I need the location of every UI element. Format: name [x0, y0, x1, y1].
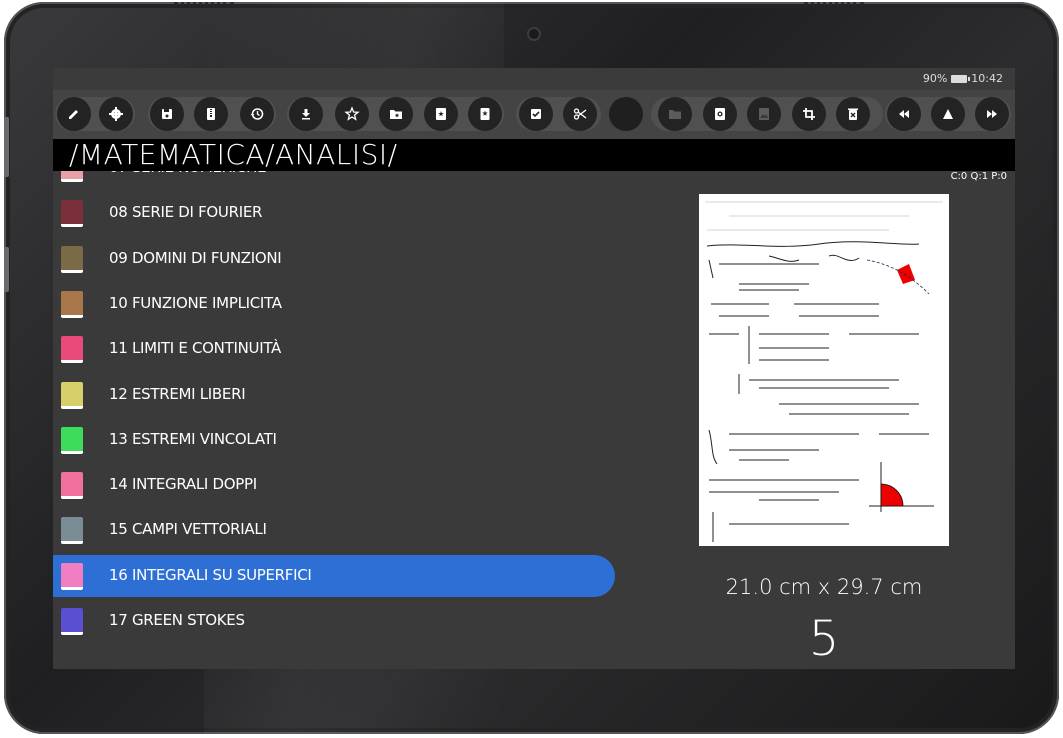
notebook-icon — [61, 562, 83, 590]
gear-icon — [109, 107, 123, 121]
bookmark-star-icon — [436, 108, 446, 120]
list-item-label: 09 DOMINI DI FUNZIONI — [109, 248, 282, 267]
image-button[interactable] — [747, 97, 781, 131]
download-button[interactable] — [289, 97, 323, 131]
rewind-button[interactable] — [887, 97, 921, 131]
notebook-icon — [61, 290, 83, 318]
bookmark-icon — [480, 108, 490, 120]
volume-button — [4, 247, 9, 292]
battery-percent: 90% — [922, 72, 948, 85]
edit-button[interactable] — [57, 97, 91, 131]
list-item[interactable]: 15 CAMPI VETTORIALI — [53, 509, 615, 551]
toolbar — [53, 90, 1015, 139]
notebook-icon — [61, 608, 83, 635]
notebook-icon — [61, 200, 83, 228]
notebook-icon — [61, 381, 83, 409]
download-icon — [302, 109, 310, 120]
current-path[interactable]: /MATEMATICA/ANALISI/ — [69, 138, 398, 172]
archive-button[interactable] — [194, 97, 228, 131]
favorite-button[interactable] — [335, 97, 369, 131]
notebook-icon — [61, 336, 83, 364]
select-button[interactable] — [519, 97, 553, 131]
cut-button[interactable] — [563, 97, 597, 131]
list-item-label: 11 LIMITI E CONTINUITÀ — [109, 339, 281, 358]
folder-star-icon — [390, 110, 402, 119]
delete-button[interactable] — [836, 97, 870, 131]
folder-button[interactable] — [658, 97, 692, 131]
path-bar: /MATEMATICA/ANALISI/ — [53, 138, 1015, 172]
speaker-grill-right — [804, 2, 864, 9]
list-item-label: 12 ESTREMI LIBERI — [109, 384, 246, 403]
notebook-icon — [61, 245, 83, 273]
list-item[interactable]: 10 FUNZIONE IMPLICITA — [53, 283, 615, 325]
speaker-grill-left — [174, 2, 234, 9]
clock: 10:42 — [971, 72, 1003, 85]
list-item-label: 08 SERIE DI FOURIER — [109, 203, 263, 222]
list-item-label: 15 CAMPI VETTORIALI — [109, 520, 267, 539]
notebook-icon — [61, 171, 83, 182]
page-number: 5 — [808, 611, 840, 667]
triangle-up-icon — [943, 109, 953, 119]
history-button[interactable] — [240, 97, 274, 131]
list-item[interactable]: 08 SERIE DI FOURIER — [53, 192, 615, 234]
page-preview[interactable] — [699, 194, 949, 546]
pencil-icon — [69, 110, 78, 119]
bookmark-add-button[interactable] — [424, 97, 458, 131]
fast-forward-button[interactable] — [975, 97, 1009, 131]
front-camera — [529, 29, 539, 39]
list-item[interactable]: 09 DOMINI DI FUNZIONI — [53, 238, 615, 280]
selection-counters: C:0 Q:1 P:0 — [950, 171, 1007, 182]
scissors-icon — [573, 108, 587, 120]
list-item[interactable]: 11 LIMITI E CONTINUITÀ — [53, 328, 615, 370]
list-item-label: 07 SERIE NUMERICHE — [109, 171, 267, 176]
folder-star-button[interactable] — [379, 97, 413, 131]
list-item[interactable]: 12 ESTREMI LIBERI — [53, 374, 615, 416]
camera-button[interactable] — [703, 97, 737, 131]
zip-icon — [207, 108, 215, 120]
list-item-label: 17 GREEN STOKES — [109, 611, 245, 629]
list-item[interactable]: 14 INTEGRALI DOPPI — [53, 464, 615, 506]
folder-list[interactable]: 07 SERIE NUMERICHE 08 SERIE DI FOURIER 09 … — [53, 171, 618, 669]
list-item-label: 10 FUNZIONE IMPLICITA — [109, 293, 282, 312]
list-item-label: 16 INTEGRALI SU SUPERFICI — [109, 565, 312, 584]
fast-forward-icon — [987, 110, 997, 118]
battery-icon — [951, 74, 971, 83]
settings-button[interactable] — [99, 97, 133, 131]
list-item[interactable]: 16 INTEGRALI SU SUPERFICI — [53, 554, 615, 597]
folder-icon — [669, 110, 681, 119]
list-item[interactable]: 13 ESTREMI VINCOLATI — [53, 419, 615, 461]
trash-icon — [848, 108, 858, 120]
crop-icon — [803, 108, 815, 120]
page-dimensions: 21.0 cm x 29.7 cm — [725, 575, 923, 599]
image-icon — [759, 108, 769, 120]
checkbox-icon — [531, 109, 541, 119]
list-item[interactable]: 07 SERIE NUMERICHE — [53, 171, 615, 189]
crop-button[interactable] — [792, 97, 826, 131]
list-item[interactable]: 17 GREEN STOKES — [53, 600, 615, 642]
star-icon — [344, 106, 360, 121]
power-button — [4, 117, 9, 177]
notebook-icon — [61, 472, 83, 500]
camera-icon — [715, 108, 725, 120]
up-button[interactable] — [931, 97, 965, 131]
history-icon — [250, 108, 264, 120]
notebook-icon — [61, 426, 83, 454]
bookmark-button[interactable] — [468, 97, 502, 131]
blank-button[interactable] — [609, 97, 643, 131]
handwritten-page-image — [705, 201, 943, 542]
list-item-label: 13 ESTREMI VINCOLATI — [109, 429, 277, 448]
list-item-label: 14 INTEGRALI DOPPI — [109, 475, 257, 494]
notebook-icon — [61, 517, 83, 545]
floppy-icon — [162, 109, 172, 119]
app-screen: 90% 10:42 /MATEMATICA/ANALISI/ C:0 Q:1 P… — [53, 68, 1015, 669]
status-bar: 90% 10:42 — [53, 68, 1015, 90]
save-button[interactable] — [150, 97, 184, 131]
rewind-icon — [899, 110, 909, 118]
